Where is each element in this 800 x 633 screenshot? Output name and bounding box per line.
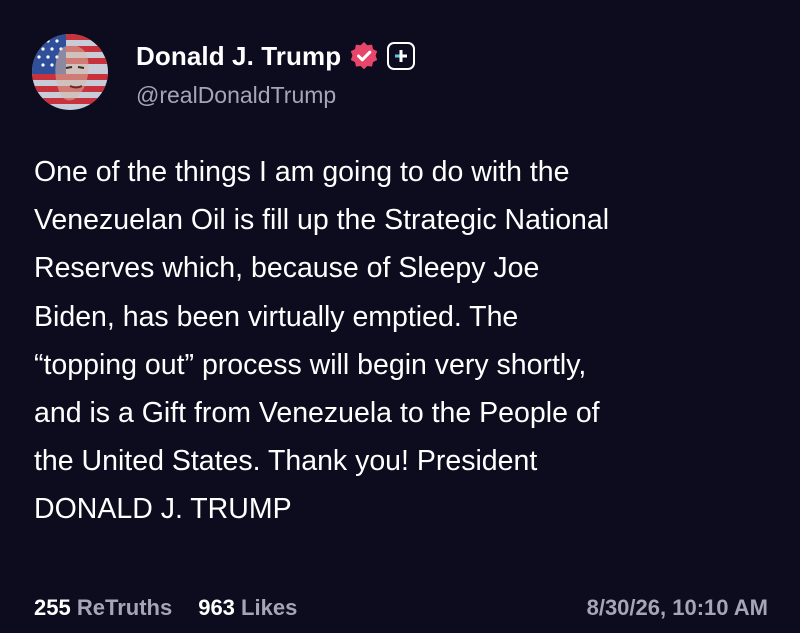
post-card: Donald J. Trump @realDonaldTrump One of …: [0, 0, 800, 633]
post-timestamp[interactable]: 8/30/26, 10:10 AM: [587, 595, 768, 621]
likes-stat[interactable]: 963 Likes: [198, 595, 297, 621]
plus-badge-icon: [387, 42, 416, 70]
verified-badge-icon: [349, 41, 379, 71]
retruths-stat[interactable]: 255 ReTruths: [34, 595, 172, 621]
post-footer: 255 ReTruths 963 Likes 8/30/26, 10:10 AM: [34, 592, 768, 624]
author-name-row: Donald J. Trump: [136, 38, 416, 74]
flag-portrait-avatar-icon: [32, 34, 108, 110]
likes-label: Likes: [241, 595, 298, 620]
author-handle[interactable]: @realDonaldTrump: [136, 82, 336, 109]
likes-count: 963: [198, 595, 235, 620]
post-body-text: One of the things I am going to do with …: [34, 156, 610, 526]
retruths-label: ReTruths: [76, 595, 173, 620]
avatar[interactable]: [32, 34, 108, 110]
retruths-count: 255: [34, 595, 71, 620]
author-display-name[interactable]: Donald J. Trump: [136, 41, 341, 72]
